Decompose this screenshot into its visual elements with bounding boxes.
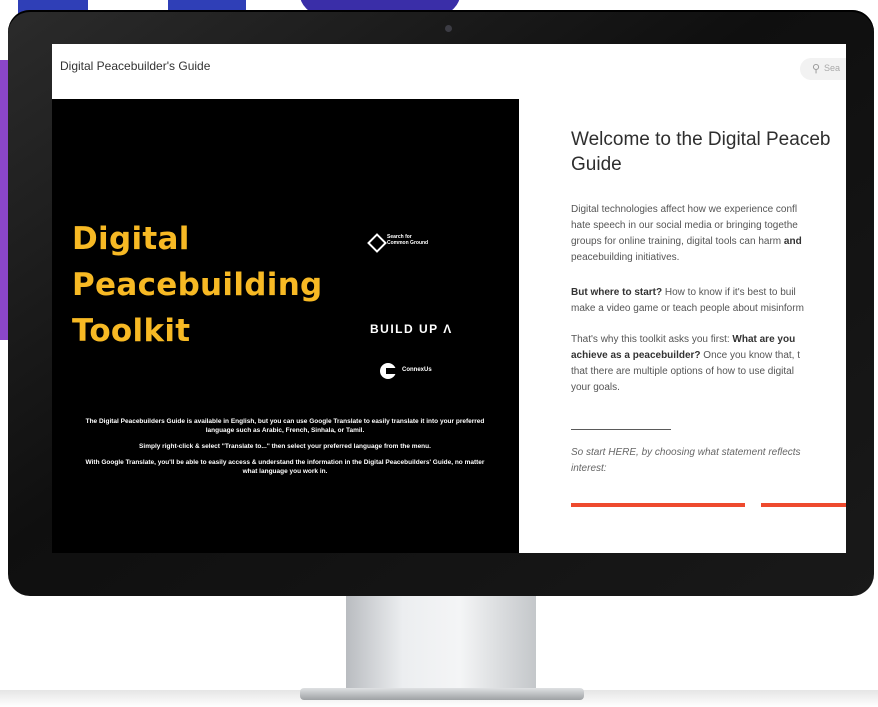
translation-note: With Google Translate, you'll be able to… xyxy=(85,459,485,475)
search-icon: ⚲ xyxy=(812,63,821,75)
logo-text: Common Ground xyxy=(387,240,429,246)
statement-button[interactable] xyxy=(571,503,745,507)
page-title: Welcome to the Digital Peaceb Guide xyxy=(571,127,846,177)
page-title-line: Guide xyxy=(571,154,622,175)
diamond-icon xyxy=(367,233,387,253)
paragraph-line: your goals. xyxy=(571,382,620,393)
paragraph-line: How to know if it's best to buil xyxy=(662,287,796,298)
search-placeholder: Sea xyxy=(824,63,841,73)
hero-title-line: Peacebuilding xyxy=(72,267,323,303)
translation-note: The Digital Peacebuilders Guide is avail… xyxy=(85,418,485,434)
paragraph-bold: and xyxy=(783,236,802,247)
paragraph-line: hate speech in our social media or bring… xyxy=(571,220,798,231)
paragraph-line: make a video game or teach people about … xyxy=(571,303,804,314)
paragraph-line: groups for online training, digital tool… xyxy=(571,236,784,247)
hero-title-line: Toolkit xyxy=(72,313,191,349)
site-header: Digital Peacebuilder's Guide ⚲ Sea xyxy=(52,44,846,100)
paragraph-line: interest: xyxy=(571,463,607,474)
site-title-link[interactable]: Digital Peacebuilder's Guide xyxy=(60,59,210,73)
paragraph-line: peacebuilding initiatives. xyxy=(571,252,680,263)
paragraph-line: Digital technologies affect how we exper… xyxy=(571,204,798,215)
content-panel: Welcome to the Digital Peaceb Guide Digi… xyxy=(519,99,846,553)
monitor-base xyxy=(300,688,584,700)
hero-banner: Digital Peacebuilding Toolkit Search for… xyxy=(52,99,519,553)
divider xyxy=(571,429,671,430)
translation-notes: The Digital Peacebuilders Guide is avail… xyxy=(80,417,490,483)
paragraph-line: So start HERE, by choosing what statemen… xyxy=(571,447,801,458)
start-prompt: So start HERE, by choosing what statemen… xyxy=(571,445,846,477)
monitor-stand xyxy=(346,596,536,696)
intro-paragraph: Digital technologies affect how we exper… xyxy=(571,202,846,266)
question-paragraph: But where to start? How to know if it's … xyxy=(571,285,846,317)
paragraph-line: Once you know that, t xyxy=(700,350,801,361)
paragraph-bold: achieve as a peacebuilder? xyxy=(571,350,701,361)
translation-note: Simply right-click & select "Translate t… xyxy=(139,443,431,450)
paragraph-bold: What are you xyxy=(732,334,796,345)
screen: Digital Peacebuilder's Guide ⚲ Sea Digit… xyxy=(52,44,846,553)
search-input[interactable]: ⚲ Sea xyxy=(800,58,846,80)
paragraph-line: that there are multiple options of how t… xyxy=(571,366,794,377)
toolkit-paragraph: That's why this toolkit asks you first: … xyxy=(571,332,846,396)
camera-icon xyxy=(445,25,452,32)
paragraph-bold: But where to start? xyxy=(571,287,663,298)
paragraph-line: That's why this toolkit asks you first: xyxy=(571,334,733,345)
build-up-logo: BUILD UP Λ xyxy=(370,322,453,336)
logo-text: ConnexUs xyxy=(402,367,432,373)
hero-title: Digital Peacebuilding Toolkit xyxy=(72,216,323,354)
page-title-line: Welcome to the Digital Peaceb xyxy=(571,129,831,150)
connexus-mark-icon xyxy=(380,363,396,379)
hero-title-line: Digital xyxy=(72,221,190,257)
statement-button[interactable] xyxy=(761,503,846,507)
